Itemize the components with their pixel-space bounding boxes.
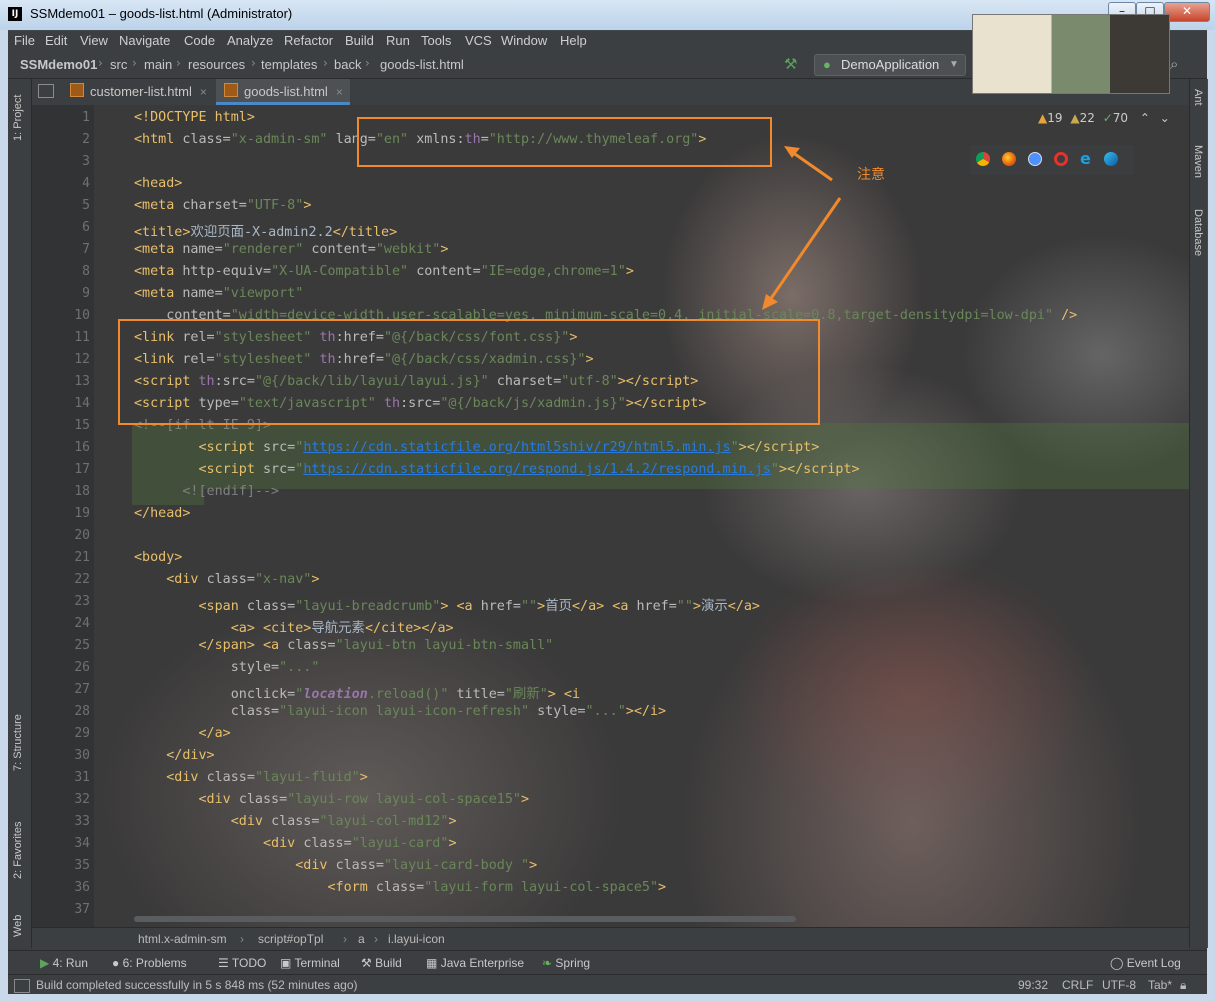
terminal-tool-button[interactable]: ▣ Terminal <box>280 956 340 970</box>
spring-tool-button[interactable]: ❧ Spring <box>542 956 590 970</box>
run-icon: ▶ <box>40 956 50 970</box>
annotation-arrow-1 <box>791 150 833 182</box>
line-separator[interactable]: CRLF <box>1062 978 1093 992</box>
indent-setting[interactable]: Tab* <box>1148 978 1172 992</box>
problems-tool-button[interactable]: ● 6: Problems <box>112 956 187 970</box>
status-bar: Build completed successfully in 5 s 848 … <box>8 974 1207 995</box>
lock-icon[interactable]: 🔒︎ <box>1180 978 1186 993</box>
build-icon: ⚒ <box>361 956 372 970</box>
code-crumb-html[interactable]: html.x-admin-sm <box>138 932 227 946</box>
crumb-separator-icon: › <box>374 932 378 946</box>
code-crumb-i[interactable]: i.layui-icon <box>388 932 445 946</box>
code-breadcrumb-bar: html.x-admin-sm › script#opTpl › a › i.l… <box>32 927 1189 950</box>
event-log-icon: ◯ <box>1110 956 1124 970</box>
tool-window-bar: ▶ 4: Run ● 6: Problems ☰ TODO ▣ Terminal… <box>8 950 1207 975</box>
caret-position[interactable]: 99:32 <box>1018 978 1048 992</box>
java-enterprise-tool-button[interactable]: ▦ Java Enterprise <box>426 956 524 970</box>
decorative-poster-image <box>972 14 1170 94</box>
code-crumb-a[interactable]: a <box>358 932 365 946</box>
crumb-separator-icon: › <box>240 932 244 946</box>
java-enterprise-icon: ▦ <box>426 956 438 970</box>
build-tool-button[interactable]: ⚒ Build <box>361 956 402 970</box>
run-tool-button[interactable]: ▶ 4: Run <box>40 956 88 970</box>
todo-tool-button[interactable]: ☰ TODO <box>218 956 266 970</box>
annotation-arrowhead-2 <box>762 294 778 310</box>
todo-icon: ☰ <box>218 956 229 970</box>
spring-icon: ❧ <box>542 956 553 970</box>
window-frame-bottom <box>0 994 1215 1001</box>
tool-windows-toggle-icon[interactable] <box>14 979 30 993</box>
problems-icon: ● <box>112 956 120 970</box>
event-log-tool-button[interactable]: ◯ Event Log <box>1110 956 1181 970</box>
annotation-arrows <box>762 146 842 310</box>
file-encoding[interactable]: UTF-8 <box>1102 978 1136 992</box>
crumb-separator-icon: › <box>343 932 347 946</box>
code-crumb-script[interactable]: script#opTpl <box>258 932 323 946</box>
status-message[interactable]: Build completed successfully in 5 s 848 … <box>36 978 358 992</box>
annotation-arrow-2 <box>768 197 842 301</box>
terminal-icon: ▣ <box>280 956 292 970</box>
